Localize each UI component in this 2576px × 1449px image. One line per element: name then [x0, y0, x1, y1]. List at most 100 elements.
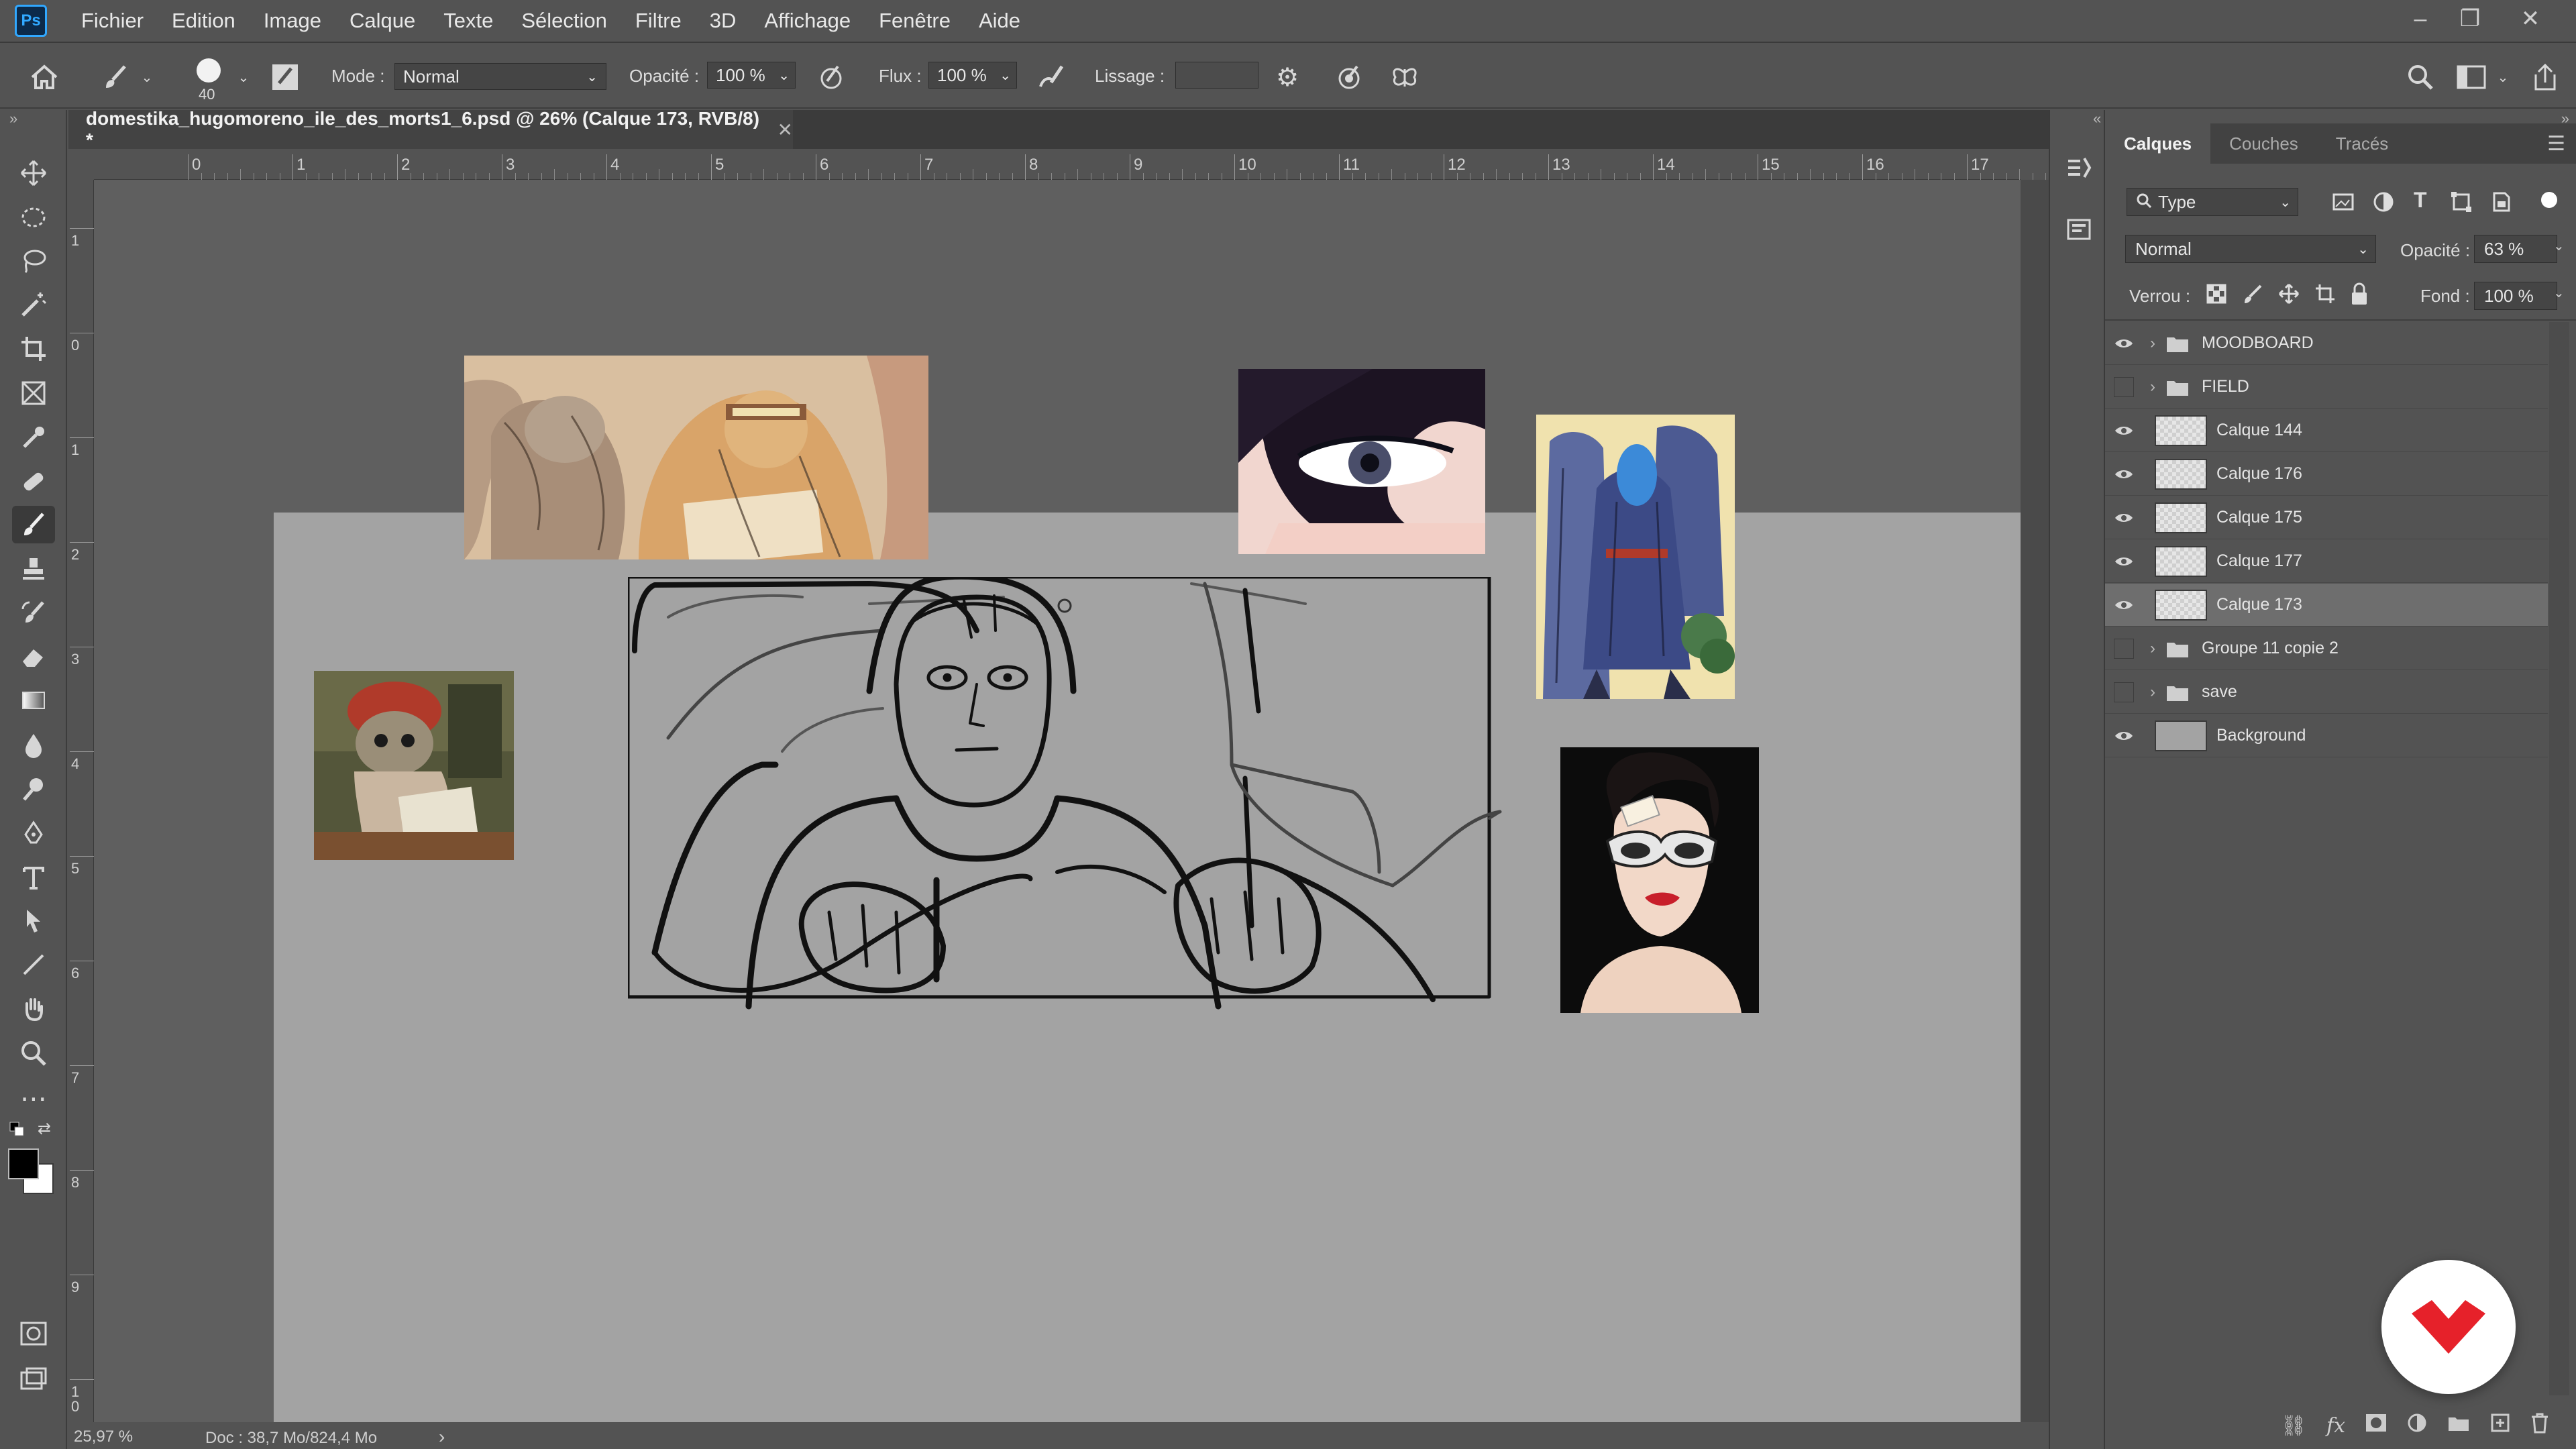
- canvas-workspace[interactable]: [94, 180, 2031, 1448]
- chevron-down-icon[interactable]: ⌄: [138, 67, 156, 87]
- swap-colors-icon[interactable]: ⇄: [38, 1119, 51, 1138]
- workspace-icon[interactable]: [2453, 62, 2490, 93]
- menu-affichage[interactable]: Affichage: [750, 9, 865, 33]
- chevron-right-icon[interactable]: ›: [2143, 378, 2163, 396]
- minimize-button[interactable]: –: [2394, 0, 2447, 38]
- layer-opacity-field[interactable]: 63 %: [2474, 235, 2557, 263]
- menu-texte[interactable]: Texte: [429, 9, 507, 33]
- chevron-right-icon[interactable]: ›: [2143, 639, 2163, 658]
- healing-brush-tool-icon[interactable]: [12, 463, 55, 500]
- visibility-toggle[interactable]: [2105, 671, 2143, 714]
- menu-filtre[interactable]: Filtre: [621, 9, 696, 33]
- layer-row[interactable]: Calque 177: [2105, 540, 2548, 583]
- chevron-down-icon[interactable]: ⌄: [2553, 284, 2565, 301]
- photoshop-logo-icon[interactable]: Ps: [15, 5, 47, 37]
- properties-panel-icon[interactable]: [2063, 211, 2094, 248]
- mode-select[interactable]: Normal ⌄: [394, 63, 606, 90]
- blur-tool-icon[interactable]: [12, 726, 55, 763]
- filter-pixel-icon[interactable]: [2332, 191, 2356, 215]
- eye-icon[interactable]: [2105, 496, 2143, 539]
- type-tool-icon[interactable]: [12, 859, 55, 896]
- layer-group-row[interactable]: › FIELD: [2105, 366, 2548, 409]
- menu-3d[interactable]: 3D: [696, 9, 751, 33]
- flux-field[interactable]: 100 % ⌄: [928, 62, 1017, 89]
- search-icon[interactable]: [2403, 62, 2438, 93]
- chevron-right-icon[interactable]: ›: [2143, 683, 2163, 702]
- lock-all-icon[interactable]: [2349, 282, 2373, 307]
- moodboard-image-comic-pilots[interactable]: [464, 356, 928, 559]
- moodboard-image-child-character[interactable]: [314, 671, 514, 860]
- marquee-tool-icon[interactable]: [12, 199, 55, 236]
- filter-type-icon[interactable]: T: [2414, 188, 2427, 213]
- menu-fenetre[interactable]: Fenêtre: [865, 9, 965, 33]
- screen-mode-icon[interactable]: [12, 1360, 55, 1398]
- move-tool-icon[interactable]: [12, 154, 55, 192]
- crop-tool-icon[interactable]: [12, 330, 55, 368]
- layer-row[interactable]: Calque 176: [2105, 453, 2548, 496]
- fx-icon[interactable]: fx: [2326, 1414, 2345, 1438]
- layer-row[interactable]: Calque 173: [2105, 584, 2548, 627]
- layer-group-row[interactable]: › MOODBOARD: [2105, 322, 2548, 365]
- menu-aide[interactable]: Aide: [965, 9, 1034, 33]
- foreground-color-swatch[interactable]: [8, 1148, 39, 1179]
- link-layers-icon[interactable]: ⛓: [2281, 1414, 2306, 1438]
- dodge-tool-icon[interactable]: [12, 770, 55, 808]
- blend-mode-select[interactable]: Normal ⌄: [2125, 235, 2376, 263]
- airbrush-icon[interactable]: [1033, 62, 1071, 93]
- layer-group-row[interactable]: › save: [2105, 671, 2548, 714]
- vertical-scrollbar[interactable]: [2021, 180, 2049, 1422]
- eye-icon[interactable]: [2105, 714, 2143, 757]
- eye-icon[interactable]: [2105, 453, 2143, 496]
- new-group-icon[interactable]: [2447, 1413, 2470, 1438]
- new-layer-icon[interactable]: [2490, 1413, 2510, 1438]
- default-colors-icon[interactable]: [9, 1122, 24, 1136]
- lock-artboard-icon[interactable]: [2314, 283, 2339, 307]
- delete-layer-icon[interactable]: [2530, 1412, 2549, 1439]
- lock-position-icon[interactable]: [2278, 283, 2302, 307]
- line-tool-icon[interactable]: [12, 946, 55, 983]
- eraser-tool-icon[interactable]: [12, 637, 55, 675]
- brush-tool-preset-icon[interactable]: [98, 60, 136, 94]
- menu-edition[interactable]: Edition: [158, 9, 250, 33]
- tab-calques[interactable]: Calques: [2105, 123, 2211, 164]
- tab-traces[interactable]: Tracés: [2317, 123, 2408, 164]
- chevron-down-icon[interactable]: ⌄: [235, 67, 252, 87]
- collapse-tools-icon[interactable]: »: [9, 110, 17, 127]
- magic-wand-tool-icon[interactable]: [12, 286, 55, 323]
- brush-size-picker[interactable]: [192, 54, 225, 87]
- fill-field[interactable]: 100 %: [2474, 282, 2557, 310]
- clone-stamp-tool-icon[interactable]: [12, 550, 55, 588]
- collapse-panels-icon[interactable]: «: [2093, 110, 2101, 127]
- layer-row[interactable]: Background: [2105, 714, 2548, 757]
- quick-mask-icon[interactable]: [12, 1315, 55, 1352]
- lock-transparent-icon[interactable]: [2206, 283, 2230, 307]
- add-mask-icon[interactable]: [2365, 1413, 2387, 1438]
- pressure-opacity-icon[interactable]: [814, 62, 848, 93]
- layer-row[interactable]: Calque 175: [2105, 496, 2548, 539]
- tab-couches[interactable]: Couches: [2210, 123, 2317, 164]
- layers-scrollbar[interactable]: [2549, 322, 2569, 1395]
- sketch-storyboard-frame[interactable]: [628, 577, 1603, 1014]
- brush-tool-icon[interactable]: [12, 506, 55, 543]
- filter-adjustment-icon[interactable]: [2372, 191, 2396, 215]
- pressure-size-icon[interactable]: [1331, 62, 1368, 93]
- opacity-field[interactable]: 100 % ⌄: [707, 62, 796, 89]
- visibility-toggle[interactable]: [2105, 366, 2143, 409]
- history-panel-icon[interactable]: [2063, 149, 2094, 186]
- menu-image[interactable]: Image: [250, 9, 335, 33]
- layer-row[interactable]: Calque 144: [2105, 409, 2548, 452]
- eye-icon[interactable]: [2105, 409, 2143, 452]
- hand-tool-icon[interactable]: [12, 990, 55, 1028]
- home-icon[interactable]: [24, 60, 64, 94]
- pen-tool-icon[interactable]: [12, 814, 55, 852]
- symmetry-butterfly-icon[interactable]: [1386, 62, 1424, 93]
- panel-menu-icon[interactable]: ☰: [2547, 132, 2565, 156]
- zoom-tool-icon[interactable]: [12, 1034, 55, 1072]
- history-brush-tool-icon[interactable]: [12, 594, 55, 632]
- document-tab[interactable]: domestika_hugomoreno_ile_des_morts1_6.ps…: [68, 108, 793, 150]
- visibility-toggle[interactable]: [2105, 627, 2143, 670]
- path-selection-tool-icon[interactable]: [12, 902, 55, 939]
- restore-button[interactable]: ❐: [2443, 0, 2497, 38]
- brush-settings-panel-icon[interactable]: [268, 62, 302, 93]
- menu-selection[interactable]: Sélection: [507, 9, 621, 33]
